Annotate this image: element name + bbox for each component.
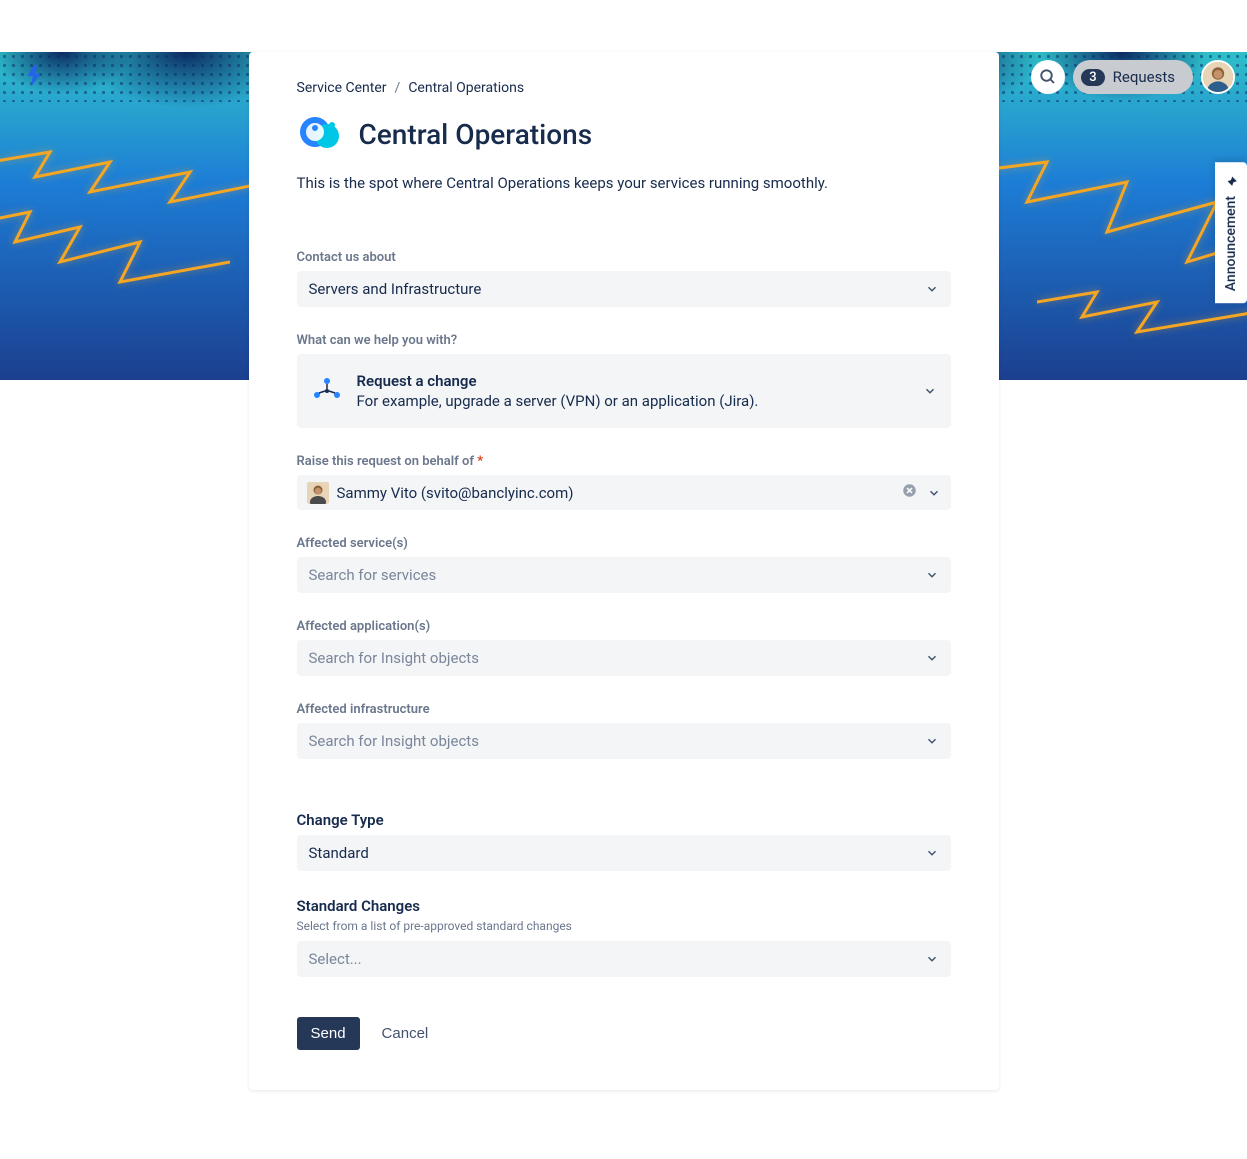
app-logo[interactable] <box>18 60 50 92</box>
send-button[interactable]: Send <box>297 1017 360 1050</box>
standard-changes-select[interactable]: Select... <box>297 941 951 977</box>
requests-button[interactable]: 3 Requests <box>1073 60 1193 94</box>
requests-count-badge: 3 <box>1081 69 1104 86</box>
chevron-down-icon <box>925 282 939 296</box>
change-icon <box>311 375 343 407</box>
contact-about-label: Contact us about <box>297 250 951 265</box>
breadcrumb-separator: / <box>395 80 401 96</box>
project-icon <box>297 110 345 158</box>
change-type-value: Standard <box>309 844 369 862</box>
request-type-description: For example, upgrade a server (VPN) or a… <box>357 392 909 410</box>
standard-changes-helper: Select from a list of pre-approved stand… <box>297 919 951 933</box>
page-description: This is the spot where Central Operation… <box>297 174 951 192</box>
affected-services-label: Affected service(s) <box>297 536 951 551</box>
contact-about-select[interactable]: Servers and Infrastructure <box>297 271 951 307</box>
page-title: Central Operations <box>359 118 593 151</box>
breadcrumb-current[interactable]: Central Operations <box>408 80 524 96</box>
change-type-label: Change Type <box>297 811 951 829</box>
chevron-down-icon <box>925 846 939 860</box>
user-small-avatar <box>307 482 329 504</box>
chevron-down-icon <box>925 952 939 966</box>
standard-changes-label: Standard Changes <box>297 897 951 915</box>
on-behalf-select[interactable]: Sammy Vito (svito@banclyinc.com) <box>297 475 951 510</box>
chevron-down-icon <box>925 734 939 748</box>
search-button[interactable] <box>1031 60 1065 94</box>
affected-services-select[interactable]: Search for services <box>297 557 951 593</box>
breadcrumb-root[interactable]: Service Center <box>297 80 387 96</box>
affected-applications-label: Affected application(s) <box>297 619 951 634</box>
request-type-title: Request a change <box>357 372 909 390</box>
affected-services-placeholder: Search for services <box>309 566 437 584</box>
announcement-label: Announcement <box>1223 196 1239 291</box>
affected-infrastructure-label: Affected infrastructure <box>297 702 951 717</box>
affected-infrastructure-placeholder: Search for Insight objects <box>309 732 479 750</box>
chevron-down-icon <box>927 486 941 500</box>
affected-applications-placeholder: Search for Insight objects <box>309 649 479 667</box>
contact-about-value: Servers and Infrastructure <box>309 280 482 298</box>
affected-infrastructure-select[interactable]: Search for Insight objects <box>297 723 951 759</box>
search-icon <box>1039 68 1057 86</box>
clear-button[interactable] <box>900 481 919 504</box>
on-behalf-value: Sammy Vito (svito@banclyinc.com) <box>337 484 892 502</box>
cancel-button[interactable]: Cancel <box>370 1017 441 1050</box>
chevron-down-icon <box>925 651 939 665</box>
chevron-down-icon <box>925 568 939 582</box>
request-type-select[interactable]: Request a change For example, upgrade a … <box>297 354 951 428</box>
on-behalf-label: Raise this request on behalf of * <box>297 454 951 469</box>
breadcrumb: Service Center / Central Operations <box>297 80 951 96</box>
affected-applications-select[interactable]: Search for Insight objects <box>297 640 951 676</box>
clear-icon <box>902 483 917 498</box>
chevron-down-icon <box>923 384 937 398</box>
pin-icon <box>1223 174 1239 188</box>
main-content-card: Service Center / Central Operations Cent… <box>249 52 999 1090</box>
change-type-select[interactable]: Standard <box>297 835 951 871</box>
announcement-tab[interactable]: Announcement <box>1215 162 1247 303</box>
help-with-label: What can we help you with? <box>297 333 951 348</box>
standard-changes-placeholder: Select... <box>309 950 362 968</box>
user-avatar[interactable] <box>1201 60 1235 94</box>
requests-label: Requests <box>1113 68 1175 86</box>
